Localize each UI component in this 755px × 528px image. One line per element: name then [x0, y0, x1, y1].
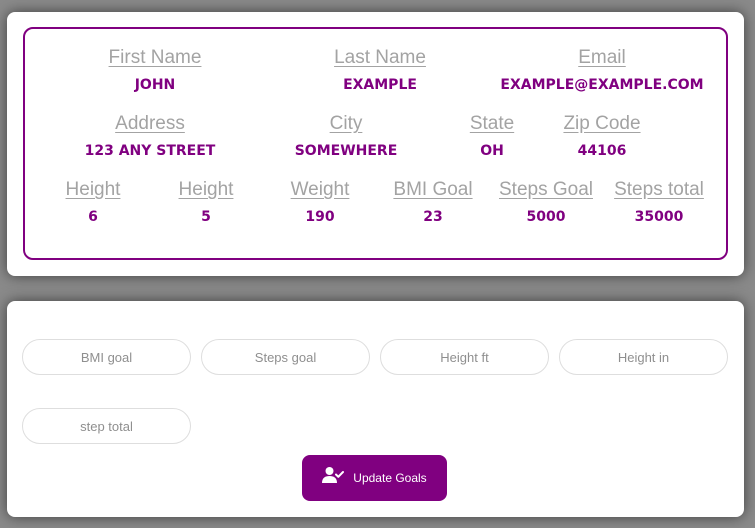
city-field: City SOMEWHERE [276, 113, 416, 159]
city-label: City [329, 113, 363, 134]
state-value: OH [480, 143, 504, 159]
height-ft-label: Height [65, 179, 121, 200]
height-in-value: 5 [201, 209, 211, 225]
email-field: Email EXAMPLE@EXAMPLE.COM [492, 47, 712, 93]
email-label: Email [578, 47, 626, 68]
steps-goal-input[interactable] [201, 339, 370, 375]
weight-label: Weight [290, 179, 350, 200]
first-name-value: JOHN [134, 77, 176, 93]
last-name-label: Last Name [334, 47, 426, 68]
height-in-input[interactable] [559, 339, 728, 375]
zip-code-label: Zip Code [563, 113, 641, 134]
profile-card: First Name JOHN Last Name EXAMPLE Email … [7, 12, 744, 276]
height-ft-field: Height 6 [45, 179, 141, 225]
state-field: State OH [447, 113, 537, 159]
first-name-label: First Name [108, 47, 202, 68]
bmi-goal-value: 23 [423, 209, 443, 225]
address-value: 123 ANY STREET [84, 143, 216, 159]
update-goals-label: Update Goals [353, 471, 427, 485]
bmi-goal-label: BMI Goal [393, 179, 473, 200]
steps-goal-value: 5000 [526, 209, 566, 225]
height-ft-value: 6 [88, 209, 98, 225]
steps-total-value: 35000 [634, 209, 684, 225]
update-goals-button[interactable]: Update Goals [302, 455, 447, 501]
address-label: Address [115, 113, 185, 134]
steps-total-field: Steps total 35000 [601, 179, 717, 225]
goals-form-card: Update Goals [7, 301, 744, 517]
first-name-field: First Name JOHN [85, 47, 225, 93]
zip-code-value: 44106 [577, 143, 627, 159]
bmi-goal-input[interactable] [22, 339, 191, 375]
bmi-goal-field: BMI Goal 23 [380, 179, 486, 225]
weight-field: Weight 190 [272, 179, 368, 225]
step-total-input[interactable] [22, 408, 191, 444]
steps-total-label: Steps total [614, 179, 704, 200]
email-value: EXAMPLE@EXAMPLE.COM [500, 77, 704, 93]
weight-value: 190 [305, 209, 335, 225]
steps-goal-label: Steps Goal [499, 179, 593, 200]
last-name-value: EXAMPLE [343, 77, 417, 93]
zip-code-field: Zip Code 44106 [552, 113, 652, 159]
height-in-label: Height [178, 179, 234, 200]
last-name-field: Last Name EXAMPLE [310, 47, 450, 93]
user-check-icon [322, 467, 345, 483]
steps-goal-field: Steps Goal 5000 [488, 179, 604, 225]
city-value: SOMEWHERE [294, 143, 398, 159]
address-field: Address 123 ANY STREET [70, 113, 230, 159]
profile-details-box: First Name JOHN Last Name EXAMPLE Email … [23, 27, 728, 260]
state-label: State [469, 113, 515, 134]
height-in-field: Height 5 [158, 179, 254, 225]
height-ft-input[interactable] [380, 339, 549, 375]
